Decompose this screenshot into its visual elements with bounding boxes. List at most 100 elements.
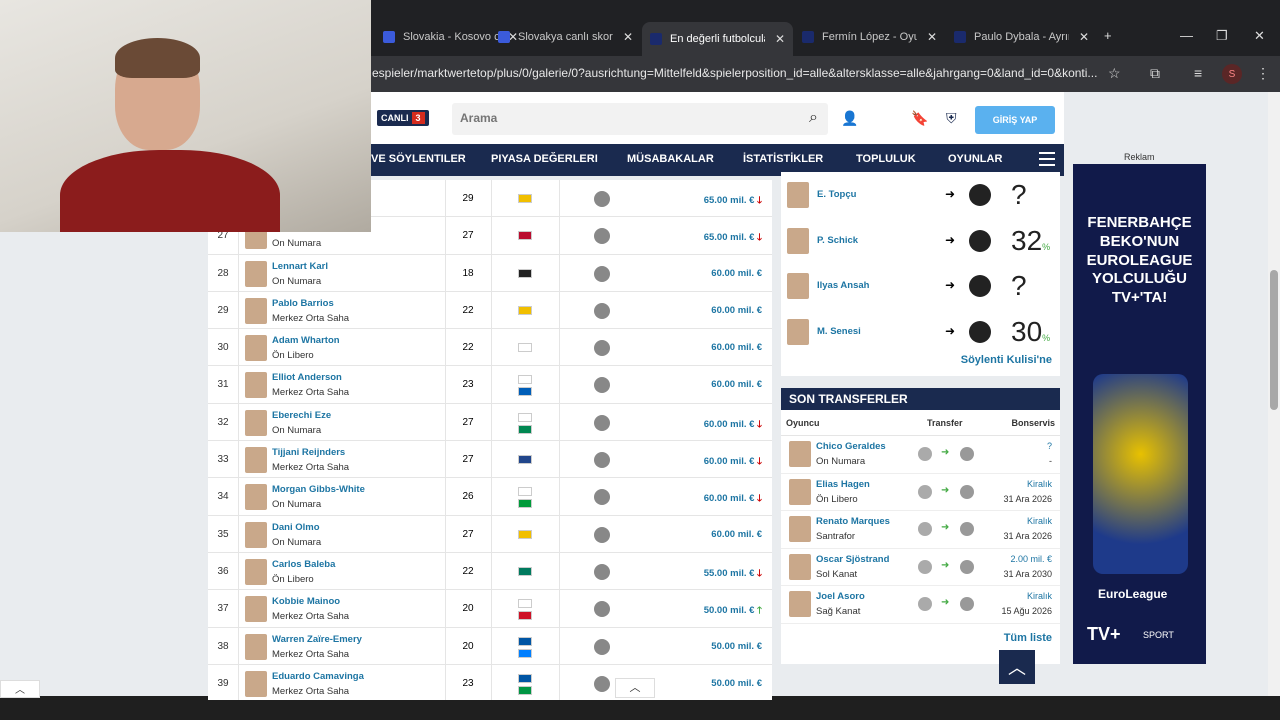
market-value-text[interactable]: 60.00 mil. € [711,342,762,353]
transfer-row[interactable]: Chico Geraldes On Numara ➜? - [781,436,1060,474]
page-up-button[interactable]: ︿ [615,678,655,698]
player-photo[interactable] [245,372,267,399]
club-crest-icon[interactable] [594,452,610,469]
transfer-row[interactable]: Joel Asoro Sağ Kanat ➜ Kiralık 15 Ağu 2026 [781,586,1060,624]
collapse-button[interactable]: ︿ [0,680,40,698]
market-value-text[interactable]: 60.00 mil. € [704,419,755,430]
search-box[interactable]: ⌕ [452,103,828,135]
nav-item[interactable]: PIYASA DEĞERLERI [491,153,598,165]
maximize-button[interactable]: ❐ [1216,28,1228,44]
transfer-row[interactable]: Renato Marques Santrafor ➜ Kiralık 31 Ara 20… [781,511,1060,549]
search-icon[interactable]: ⌕ [809,109,818,127]
ad-banner[interactable]: FENERBAHÇE BEKO'NUN EUROLEAGUE YOLCULUĞU… [1073,164,1206,664]
media-icon[interactable]: ≡ [1194,65,1202,81]
minimize-button[interactable]: — [1180,28,1193,43]
club-crest-icon[interactable] [594,601,610,618]
rumour-row[interactable]: M. Senesi ➜ 30% [781,309,1060,355]
player-name-link[interactable]: Carlos Baleba [272,559,335,570]
nav-item[interactable]: VE SÖYLENTILER [371,153,466,165]
url-text[interactable]: espieler/marktwertetop/plus/0/galerie/0?… [372,66,1097,80]
close-window-button[interactable]: ✕ [1254,28,1265,44]
market-value[interactable]: 55.00 mil. € 🡓 [704,566,762,582]
club-crest-icon[interactable] [594,228,610,245]
close-tab-icon[interactable]: ✕ [623,30,633,44]
rumour-player-name[interactable]: P. Schick [817,235,858,246]
nav-item[interactable]: İSTATİSTİKLER [743,153,823,165]
market-value-text[interactable]: 65.00 mil. € [704,232,755,243]
new-tab-button[interactable]: + [1104,28,1112,43]
market-value[interactable]: 60.00 mil. € 🡓 [704,454,762,470]
transfer-player-name[interactable]: Elias Hagen [816,479,870,490]
market-value[interactable]: 50.00 mil. € [711,641,762,652]
club-crest-icon[interactable] [594,414,610,431]
player-photo[interactable] [245,633,267,660]
all-transfers-link[interactable]: Tüm liste [1004,632,1052,644]
transfer-row[interactable]: Elias Hagen Ön Libero ➜ Kiralık 31 Ara 2026 [781,473,1060,511]
market-value[interactable]: 60.00 mil. € [711,529,762,540]
market-value[interactable]: 65.00 mil. € 🡓 [704,193,762,209]
club-crest-icon[interactable] [594,265,610,282]
market-value-text[interactable]: 60.00 mil. € [711,268,762,279]
live-badge[interactable]: CANLI 3 [377,110,429,126]
player-name-link[interactable]: Pablo Barrios [272,298,334,309]
browser-tab[interactable]: Slovakya canlı skoru, ✕ [490,24,641,50]
market-value[interactable]: 60.00 mil. € 🡓 [704,417,762,433]
browser-tab[interactable]: Fermín López - Oyuncu ✕ [794,24,945,50]
club-crest-icon[interactable] [594,563,610,580]
club-crest-icon[interactable] [594,191,610,207]
market-value[interactable]: 60.00 mil. € 🡓 [704,491,762,507]
rumour-row[interactable]: Ilyas Ansah ➜? [781,263,1060,309]
market-value-text[interactable]: 50.00 mil. € [711,641,762,652]
rumour-player-name[interactable]: Ilyas Ansah [817,280,869,291]
scrollbar[interactable] [1268,92,1280,696]
player-photo[interactable] [245,335,267,362]
player-photo[interactable] [245,447,267,474]
rumour-player-name[interactable]: E. Topçu [817,189,856,200]
scrollbar-thumb[interactable] [1270,270,1278,410]
user-search-icon[interactable]: 👤 [841,110,858,127]
market-value-text[interactable]: 65.00 mil. € [704,195,755,206]
market-value[interactable]: 50.00 mil. € [711,678,762,689]
transfer-player-name[interactable]: Renato Marques [816,516,890,527]
player-photo[interactable] [245,260,267,287]
nav-item[interactable]: OYUNLAR [948,153,1002,165]
nav-item[interactable]: TOPLULUK [856,153,916,165]
bookmark-icon[interactable]: 🔖 [911,110,928,127]
player-name-link[interactable]: Eberechi Eze [272,410,331,421]
transfer-player-name[interactable]: Oscar Sjöstrand [816,554,889,565]
club-crest-icon[interactable] [594,638,610,655]
extensions-icon[interactable]: ⧉ [1150,65,1160,82]
player-name-link[interactable]: Lennart Karl [272,261,328,272]
browser-tab[interactable]: En değerli futbolcular ✕ [642,22,794,56]
market-value-text[interactable]: 60.00 mil. € [711,379,762,390]
market-value-text[interactable]: 60.00 mil. € [704,456,755,467]
market-value[interactable]: 60.00 mil. € [711,268,762,279]
club-crest-icon[interactable] [594,675,610,692]
market-value[interactable]: 60.00 mil. € [711,342,762,353]
club-crest-icon[interactable] [594,489,610,506]
search-input[interactable] [452,103,782,133]
market-value[interactable]: 60.00 mil. € [711,305,762,316]
market-value-text[interactable]: 60.00 mil. € [711,529,762,540]
player-name-link[interactable]: Morgan Gibbs-White [272,484,365,495]
shield-icon[interactable]: ⛨ [946,110,957,127]
player-photo[interactable] [245,558,267,585]
login-button[interactable]: GİRİŞ YAP [975,106,1055,134]
browser-tab[interactable]: Paulo Dybala - Ayrıntı ✕ [946,24,1097,50]
player-name-link[interactable]: Kobbie Mainoo [272,596,340,607]
nav-item[interactable]: MÜSABAKALAR [627,153,714,165]
close-tab-icon[interactable]: ✕ [775,32,785,46]
player-name-link[interactable]: Dani Olmo [272,522,320,533]
market-value[interactable]: 60.00 mil. € [711,379,762,390]
club-crest-icon[interactable] [594,302,610,319]
transfer-row[interactable]: Oscar Sjöstrand Sol Kanat ➜ 2.00 mil. € 31 A… [781,548,1060,586]
market-value[interactable]: 65.00 mil. € 🡓 [704,230,762,246]
club-crest-icon[interactable] [594,526,610,543]
player-photo[interactable] [245,521,267,548]
transfer-player-name[interactable]: Chico Geraldes [816,441,886,452]
player-photo[interactable] [245,297,267,324]
rumour-player-name[interactable]: M. Senesi [817,326,861,337]
player-photo[interactable] [245,596,267,623]
star-icon[interactable]: ☆ [1108,65,1121,82]
player-name-link[interactable]: Warren Zaïre-Emery [272,634,362,645]
